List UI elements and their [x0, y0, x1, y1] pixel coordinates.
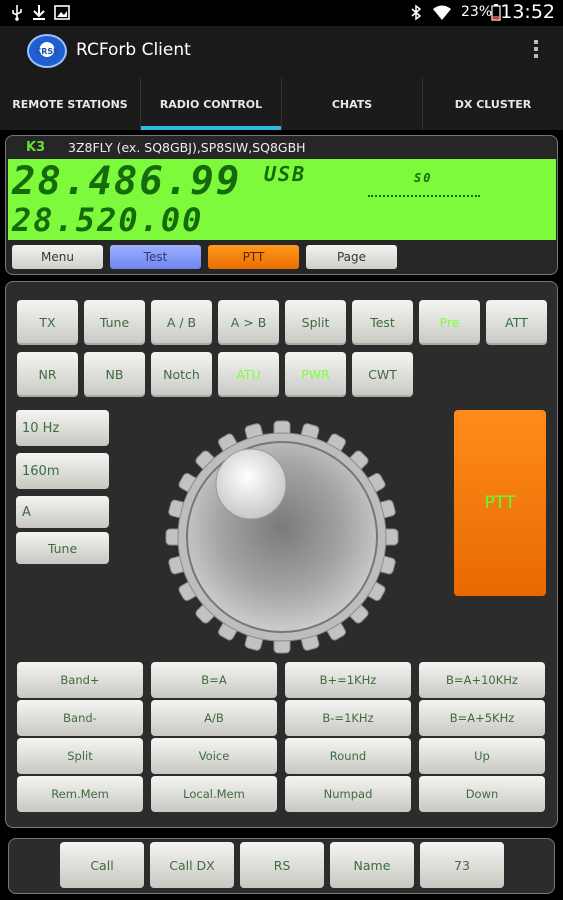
down-button[interactable]: Down	[419, 776, 545, 812]
app-bar: CRSS RCForb Client	[0, 26, 563, 78]
atu-button[interactable]: ATU	[218, 352, 279, 397]
b-equals-a-plus-10khz-button[interactable]: B=A+10KHz	[419, 662, 545, 698]
app-logo: CRSS	[27, 34, 67, 68]
b-minus-1khz-button[interactable]: B-=1KHz	[285, 700, 411, 736]
round-button[interactable]: Round	[285, 738, 411, 774]
image-icon	[54, 5, 70, 20]
tab-radio-control[interactable]: RADIO CONTROL	[141, 78, 282, 130]
notch-button[interactable]: Notch	[151, 352, 212, 397]
step-selector[interactable]: 10 Hz	[16, 410, 109, 446]
s-meter-label: S0	[414, 171, 433, 185]
ptt-button[interactable]: PTT	[454, 410, 546, 596]
numpad-button[interactable]: Numpad	[285, 776, 411, 812]
nr-button[interactable]: NR	[17, 352, 78, 397]
download-icon	[33, 5, 45, 20]
tx-button[interactable]: TX	[17, 300, 78, 345]
usb-icon	[12, 5, 22, 21]
radio-callsign: 3Z8FLY (ex. SQ8GBJ),SP8SIW,SQ8GBH	[68, 140, 306, 155]
test-button[interactable]: Test	[110, 245, 201, 269]
tuning-knob[interactable]	[163, 418, 401, 656]
b-equals-a-plus-5khz-button[interactable]: B=A+5KHz	[419, 700, 545, 736]
pwr-button[interactable]: PWR	[285, 352, 346, 397]
a-b-button[interactable]: A/B	[151, 700, 277, 736]
wifi-icon	[433, 5, 451, 20]
frequency-display: 28.486.99 28.520.00 USB S0	[8, 159, 556, 240]
nb-button[interactable]: NB	[84, 352, 145, 397]
band-up-button[interactable]: Band+	[17, 662, 143, 698]
test-toggle-button[interactable]: Test	[352, 300, 413, 345]
att-button[interactable]: ATT	[486, 300, 547, 345]
vfo-a-frequency: 28.486.99	[12, 159, 242, 204]
tab-chats[interactable]: CHATS	[282, 78, 423, 130]
seventy-three-button[interactable]: 73	[420, 842, 504, 888]
band-down-button[interactable]: Band-	[17, 700, 143, 736]
voice-button[interactable]: Voice	[151, 738, 277, 774]
a-to-b-button[interactable]: A > B	[218, 300, 279, 345]
battery-percent: 23%	[461, 4, 493, 20]
status-bar: 23% 13:52	[0, 0, 563, 26]
tune-toggle-button[interactable]: Tune	[84, 300, 145, 345]
name-button[interactable]: Name	[330, 842, 414, 888]
vfo-b-frequency: 28.520.00	[12, 201, 204, 239]
page-button[interactable]: Page	[306, 245, 397, 269]
call-button[interactable]: Call	[60, 842, 144, 888]
radio-panel: K3 3Z8FLY (ex. SQ8GBJ),SP8SIW,SQ8GBH 28.…	[5, 135, 558, 275]
b-plus-1khz-button[interactable]: B+=1KHz	[285, 662, 411, 698]
mode-indicator: USB	[264, 162, 307, 186]
band-selector[interactable]: 160m	[16, 453, 109, 489]
clock: 13:52	[500, 1, 555, 23]
split-toggle-button[interactable]: Split	[285, 300, 346, 345]
remote-memory-button[interactable]: Rem.Mem	[17, 776, 143, 812]
bluetooth-icon	[411, 4, 422, 21]
local-memory-button[interactable]: Local.Mem	[151, 776, 277, 812]
menu-button[interactable]: Menu	[12, 245, 103, 269]
tab-dx-cluster[interactable]: DX CLUSTER	[423, 78, 563, 130]
tab-bar: REMOTE STATIONS RADIO CONTROL CHATS DX C…	[0, 78, 563, 130]
ptt-small-button[interactable]: PTT	[208, 245, 299, 269]
preamp-button[interactable]: Pre	[419, 300, 480, 345]
macro-bar: Call Call DX RS Name 73	[8, 838, 555, 894]
cwt-button[interactable]: CWT	[352, 352, 413, 397]
app-title: RCForb Client	[76, 40, 191, 60]
radio-model: K3	[26, 140, 46, 155]
rs-button[interactable]: RS	[240, 842, 324, 888]
a-b-swap-button[interactable]: A / B	[151, 300, 212, 345]
radio-top-buttons: Menu Test PTT Page	[12, 245, 397, 269]
up-button[interactable]: Up	[419, 738, 545, 774]
s-meter-bar	[368, 195, 480, 197]
tab-remote-stations[interactable]: REMOTE STATIONS	[0, 78, 141, 130]
radio-header: K3 3Z8FLY (ex. SQ8GBJ),SP8SIW,SQ8GBH	[6, 136, 557, 159]
split-button[interactable]: Split	[17, 738, 143, 774]
tune-button[interactable]: Tune	[16, 532, 109, 564]
call-dx-button[interactable]: Call DX	[150, 842, 234, 888]
b-equals-a-button[interactable]: B=A	[151, 662, 277, 698]
overflow-menu-icon[interactable]	[533, 40, 539, 62]
vfo-selector[interactable]: A	[16, 496, 109, 528]
